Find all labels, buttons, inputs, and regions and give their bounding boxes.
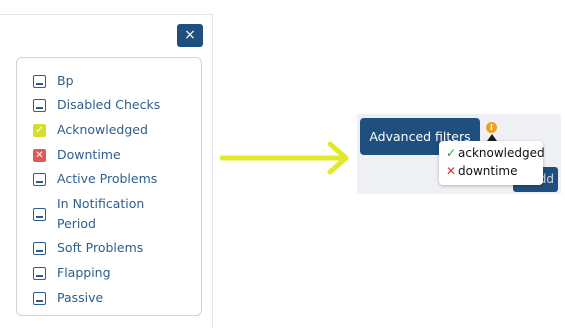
checkbox-icon[interactable] (33, 74, 46, 88)
filter-label: Disabled Checks (57, 97, 161, 112)
excluded-checkbox-icon[interactable]: ✕ (33, 148, 46, 162)
tooltip-row-included: ✓ acknowledged (445, 146, 545, 160)
filter-item-downtime[interactable]: ✕ Downtime (33, 145, 121, 165)
checkbox-icon[interactable] (33, 291, 46, 305)
cross-icon: ✕ (445, 164, 457, 178)
tooltip-caret (487, 134, 497, 141)
filter-item-in-notification-period[interactable]: In Notification Period (33, 194, 167, 234)
filter-label: Downtime (57, 147, 121, 162)
filter-item-disabled-checks[interactable]: Disabled Checks (33, 95, 160, 115)
filter-item-flapping[interactable]: Flapping (33, 263, 111, 283)
info-icon[interactable]: i (486, 122, 497, 133)
checkbox-icon[interactable] (33, 207, 46, 221)
filter-item-passive[interactable]: Passive (33, 288, 103, 308)
checkbox-icon[interactable] (33, 266, 46, 280)
filter-label: Active Problems (57, 171, 158, 186)
filter-label: Passive (57, 290, 104, 305)
filter-label: In Notification Period (57, 196, 145, 231)
filter-tooltip: ✓ acknowledged ✕ downtime (439, 141, 545, 185)
checkbox-icon[interactable] (33, 241, 46, 255)
filter-item-soft-problems[interactable]: Soft Problems (33, 238, 143, 258)
filter-list: Bp Disabled Checks ✓ Acknowledged ✕ Down… (16, 57, 202, 316)
filter-item-active-problems[interactable]: Active Problems (33, 169, 157, 189)
checkbox-icon[interactable] (33, 172, 46, 186)
filter-label: Soft Problems (57, 240, 144, 255)
check-icon: ✓ (445, 146, 457, 160)
checked-checkbox-icon[interactable]: ✓ (33, 123, 46, 137)
tooltip-row-excluded: ✕ downtime (445, 164, 518, 178)
filter-label: Bp (57, 73, 74, 88)
right-arrow-icon (220, 141, 349, 175)
filter-label: Flapping (57, 265, 111, 280)
filter-item-bp[interactable]: Bp (33, 71, 74, 91)
checkbox-icon[interactable] (33, 98, 46, 112)
tooltip-excluded-label: downtime (458, 164, 518, 178)
filter-label: Acknowledged (57, 122, 148, 137)
tooltip-included-label: acknowledged (458, 146, 545, 160)
filter-item-acknowledged[interactable]: ✓ Acknowledged (33, 120, 148, 140)
close-button[interactable]: × (177, 24, 203, 47)
